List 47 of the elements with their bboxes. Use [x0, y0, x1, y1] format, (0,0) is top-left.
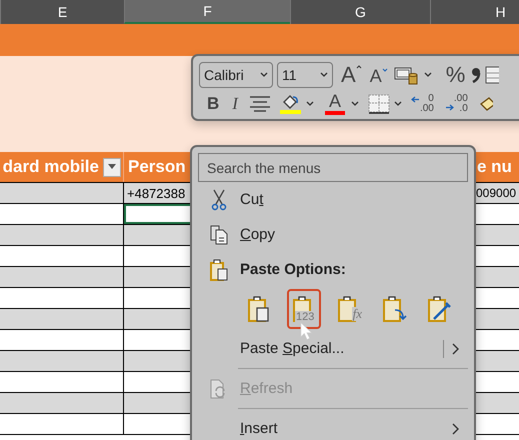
- fill-color-icon[interactable]: [280, 94, 302, 114]
- menu-item[interactable]: Copy: [198, 217, 468, 252]
- scissors-icon: [211, 188, 227, 210]
- table-icon[interactable]: [485, 64, 500, 84]
- table-cell: 009000: [476, 186, 516, 200]
- arrow-left-icon: [410, 96, 420, 102]
- font-size-dropdown[interactable]: 11: [277, 62, 333, 88]
- grow-font-button[interactable]: A: [339, 64, 364, 86]
- increase-decimal-button[interactable]: .00 .0: [444, 94, 470, 114]
- caret-icon: [260, 72, 268, 77]
- percent-style-button[interactable]: %: [444, 64, 468, 86]
- caret-up-icon: [356, 64, 362, 68]
- chevron-right-icon: [452, 342, 460, 354]
- dropdown-icon: [107, 164, 117, 170]
- comma-style-icon[interactable]: [471, 66, 482, 82]
- shrink-font-button[interactable]: A: [368, 67, 390, 85]
- column-heading: dard mobile: [2, 157, 99, 177]
- italic-button[interactable]: I: [230, 95, 240, 112]
- caret-icon: [320, 72, 328, 77]
- column-heading: Person: [128, 157, 186, 177]
- menu-item[interactable]: Cut: [198, 182, 468, 217]
- clipboard-icon: [426, 295, 452, 323]
- bold-button[interactable]: B: [205, 95, 222, 112]
- menu-item[interactable]: Paste Special...: [198, 331, 468, 366]
- decrease-decimal-button[interactable]: 0 .00: [410, 94, 436, 114]
- font-color-button[interactable]: A: [322, 92, 347, 115]
- menu-heading: Paste Options:: [198, 252, 468, 287]
- search-field[interactable]: Search the menus: [198, 153, 468, 182]
- chevron-right-icon: [452, 422, 460, 434]
- clipboard-icon: [381, 295, 407, 323]
- borders-icon[interactable]: [368, 94, 390, 114]
- filter-button[interactable]: [103, 158, 121, 176]
- caret-icon[interactable]: [350, 101, 359, 106]
- center-align-icon[interactable]: [248, 96, 271, 112]
- column-header[interactable]: F: [124, 0, 290, 24]
- clipboard-icon: [209, 258, 229, 280]
- caret-icon[interactable]: [394, 101, 402, 106]
- column-heading: e nu: [477, 157, 512, 177]
- font-name-dropdown[interactable]: Calibri: [199, 62, 273, 88]
- table-cell: +4872388: [127, 186, 186, 200]
- copy-icon: [210, 224, 228, 244]
- cursor-icon: [300, 322, 314, 341]
- caret-down-icon: [382, 68, 388, 72]
- caret-icon[interactable]: [424, 72, 432, 77]
- menu-item[interactable]: Insert: [198, 411, 468, 440]
- arrow-right-icon: [444, 104, 454, 110]
- caret-icon[interactable]: [306, 101, 314, 106]
